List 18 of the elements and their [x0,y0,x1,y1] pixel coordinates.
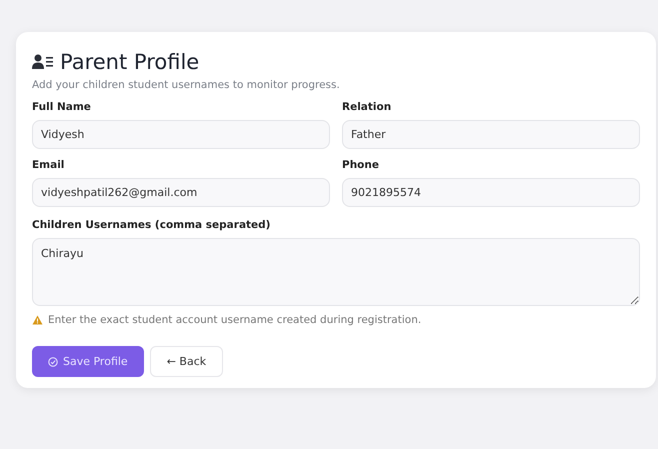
text-area[interactable]: Chirayu [32,238,640,306]
input-field[interactable]: 9021895574 [342,178,640,207]
input-field[interactable]: vidyeshpatil262@gmail.com [32,178,330,207]
save-button[interactable]: Save Profile [32,346,144,377]
back-button[interactable]: ← Back [150,346,224,377]
field-label: Phone [342,159,380,171]
hint-text: Enter the exact student account username created during registration. [48,314,422,326]
input-field[interactable]: Vidyesh [32,120,330,149]
page-title: Parent Profile [60,50,200,74]
field-label: Email [32,159,66,171]
field-label: Children Usernames (comma separated) [32,219,272,231]
subtitle: Add your children student usernames to monitor progress. [32,79,341,91]
field-label: Full Name [32,101,92,113]
field-label: Relation [342,101,392,113]
warning-icon [32,315,43,325]
user-list-icon [32,54,54,70]
input-field[interactable]: Father [342,120,640,149]
check-circle-icon [48,356,58,366]
